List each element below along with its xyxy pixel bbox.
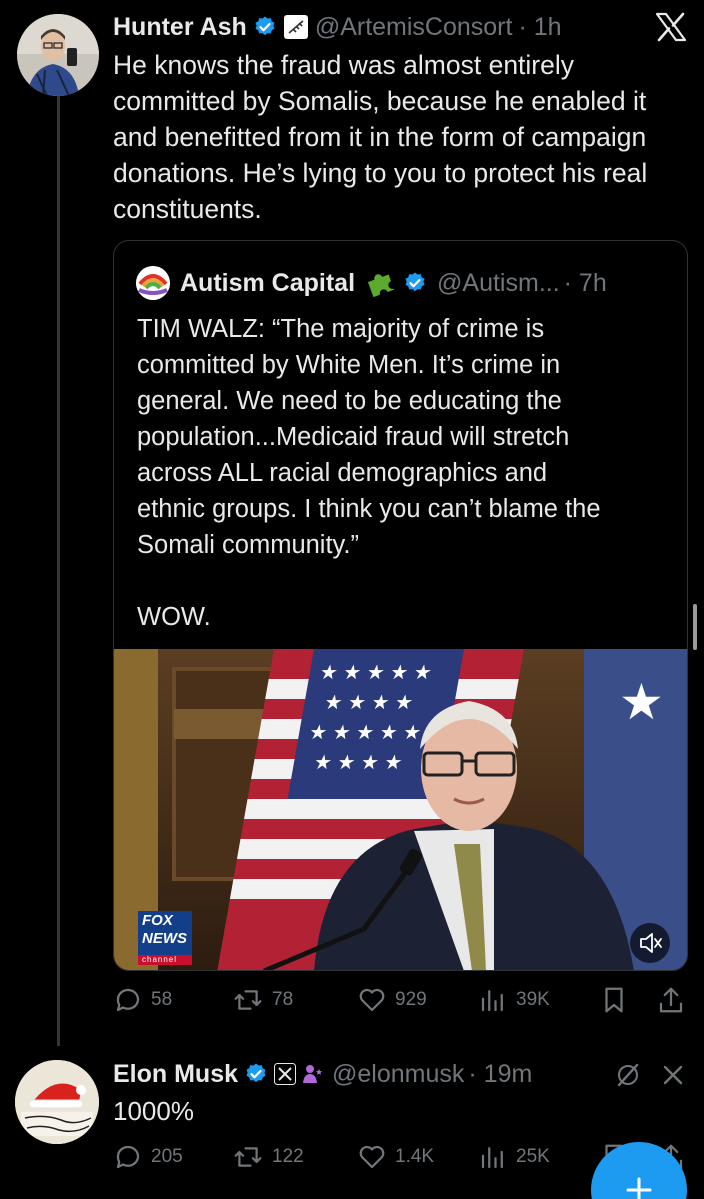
verified-badge-icon — [405, 272, 425, 292]
repost-icon — [234, 990, 262, 1010]
reply-icon — [116, 1145, 140, 1169]
heart-icon — [359, 988, 385, 1012]
svg-text:★ ★ ★ ★ ★: ★ ★ ★ ★ ★ — [318, 662, 434, 684]
views-count: 39K — [516, 989, 550, 1010]
author-handle[interactable]: @ArtemisConsort — [315, 13, 513, 42]
quote-author-name[interactable]: Autism Capital — [180, 269, 355, 298]
reply-avatar[interactable] — [15, 1060, 99, 1144]
reply-author-handle[interactable]: @elonmusk — [332, 1060, 464, 1089]
plus-icon — [626, 1177, 652, 1199]
share-icon — [659, 987, 683, 1013]
mute-button[interactable] — [630, 923, 670, 963]
svg-text:★: ★ — [619, 674, 664, 730]
reply-views-count: 25K — [516, 1146, 550, 1167]
views-button[interactable]: 39K — [478, 985, 550, 1015]
views-icon — [481, 990, 503, 1012]
bookmark-button[interactable] — [600, 985, 628, 1015]
reply-reply-count: 205 — [151, 1146, 183, 1167]
speaker-muted-icon — [640, 933, 662, 953]
repost-button[interactable]: 78 — [232, 985, 293, 1015]
quote-header: Autism Capital @Autism... · 7h — [180, 266, 607, 300]
reply-repost-button[interactable]: 122 — [232, 1142, 304, 1172]
verified-badge-icon — [246, 1063, 266, 1083]
svg-text:★ ★ ★ ★ ★: ★ ★ ★ ★ ★ — [307, 722, 423, 744]
affiliate-badge-icon — [283, 14, 309, 40]
quote-time[interactable]: · 7h — [564, 269, 607, 298]
tweet-time[interactable]: · 1h — [518, 13, 561, 42]
reply-count: 58 — [151, 989, 173, 1010]
reply-icon — [116, 988, 140, 1012]
scrollbar-thumb[interactable] — [693, 604, 697, 650]
thread-line — [57, 96, 60, 1046]
reply-time[interactable]: · 19m — [468, 1060, 532, 1089]
reply-header: Elon Musk @elonmusk · 19m — [113, 1057, 532, 1091]
quoted-tweet[interactable]: Autism Capital @Autism... · 7h TIM WALZ:… — [113, 240, 688, 971]
verified-badge-icon — [255, 16, 275, 36]
svg-text:★ ★ ★ ★: ★ ★ ★ ★ — [312, 752, 404, 774]
video-thumbnail: ★ ★ ★ ★ ★ ★ ★ ★ ★ ★ ★ ★ ★ ★ ★ ★ ★ ★ ★ — [114, 649, 687, 970]
video-player[interactable]: ★ ★ ★ ★ ★ ★ ★ ★ ★ ★ ★ ★ ★ ★ ★ ★ ★ ★ ★ FO… — [114, 649, 687, 970]
repost-count: 78 — [272, 989, 294, 1010]
repost-icon — [234, 1147, 262, 1167]
government-badge-icon — [302, 1063, 324, 1085]
quote-avatar — [136, 266, 170, 300]
reply-views-button[interactable]: 25K — [478, 1142, 550, 1172]
reply-reply-button[interactable]: 205 — [113, 1142, 183, 1172]
share-button[interactable] — [657, 985, 685, 1015]
reply-like-count: 1.4K — [395, 1146, 435, 1167]
reply-button[interactable]: 58 — [113, 985, 172, 1015]
author-name[interactable]: Hunter Ash — [113, 13, 247, 42]
reply-repost-count: 122 — [272, 1146, 304, 1167]
like-count: 929 — [395, 989, 427, 1010]
tweet-text: He knows the fraud was almost entirely c… — [113, 50, 648, 224]
bookmark-icon — [605, 987, 623, 1013]
fox-news-logo: FOX NEWS channel — [138, 911, 192, 965]
reply-like-button[interactable]: 1.4K — [357, 1142, 434, 1172]
puzzle-icon — [367, 274, 395, 298]
close-icon[interactable] — [661, 1063, 685, 1087]
quote-text: TIM WALZ: “The majority of crime is comm… — [137, 315, 601, 631]
tweet-header: Hunter Ash @ArtemisConsort · 1h — [113, 10, 562, 44]
reply-author-name[interactable]: Elon Musk — [113, 1060, 238, 1089]
avatar[interactable] — [17, 14, 99, 96]
like-button[interactable]: 929 — [357, 985, 427, 1015]
heart-icon — [359, 1145, 385, 1169]
grok-icon[interactable] — [615, 1062, 641, 1088]
reply-text: 1000% — [113, 1096, 194, 1126]
svg-text:★ ★ ★ ★: ★ ★ ★ ★ — [323, 692, 415, 714]
views-icon — [481, 1147, 503, 1169]
x-affiliate-badge-icon — [274, 1063, 297, 1085]
x-logo-icon[interactable] — [655, 12, 687, 42]
quote-author-handle[interactable]: @Autism... — [437, 269, 560, 298]
